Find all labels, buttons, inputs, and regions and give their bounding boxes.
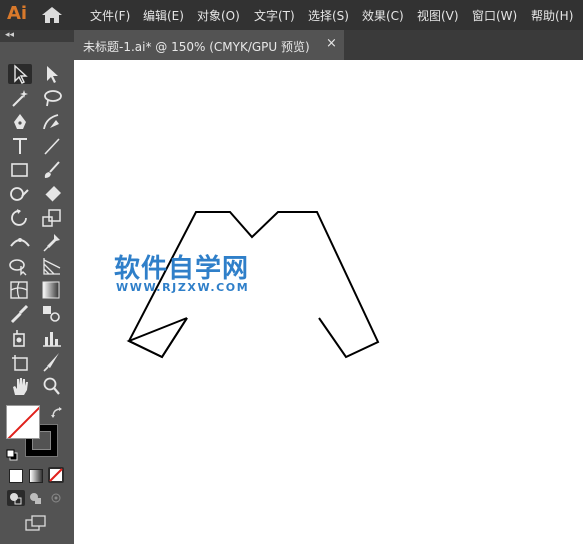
menu-help[interactable]: 帮助(H) [531,7,573,24]
menu-select[interactable]: 选择(S) [308,7,349,24]
rectangle-tool-icon[interactable] [8,160,32,180]
watermark-title: 软件自学网 [114,254,250,284]
gradient-mode-button[interactable] [29,469,43,483]
eraser-tool-icon[interactable] [40,184,64,204]
artboard-tool-icon[interactable] [8,352,32,372]
draw-behind-icon[interactable] [27,490,45,506]
lasso-tool-icon[interactable] [40,88,64,108]
swap-fill-stroke-icon[interactable] [50,405,64,419]
blend-tool-icon[interactable] [40,304,64,324]
pen-tool-icon[interactable] [8,112,32,132]
document-tab-title: 未标题-1.ai* @ 150% (CMYK/GPU 预览) [83,40,310,54]
zoom-tool-icon[interactable] [40,376,64,396]
draw-inside-icon[interactable] [47,490,65,506]
collapse-icon[interactable]: ◂◂ [5,30,14,40]
artwork-path[interactable] [74,60,583,544]
shape-builder-tool-icon[interactable] [8,256,32,276]
eyedropper-tool-icon[interactable] [8,304,32,324]
draw-normal-icon[interactable] [7,490,25,506]
artboard-canvas[interactable]: 软件自学网 WWW.RJZXW.COM [74,60,583,544]
hand-tool-icon[interactable] [8,376,32,396]
menu-object[interactable]: 对象(O) [197,7,240,24]
menu-effect[interactable]: 效果(C) [362,7,404,24]
scale-tool-icon[interactable] [40,208,64,228]
tools-panel-header: ◂◂ [0,30,74,42]
menu-type[interactable]: 文字(T) [254,7,295,24]
document-tab-bar: 未标题-1.ai* @ 150% (CMYK/GPU 预览) × [74,30,583,60]
fill-swatch[interactable] [6,405,40,439]
menu-window[interactable]: 窗口(W) [472,7,517,24]
none-fill-icon [7,406,39,438]
perspective-grid-tool-icon[interactable] [40,256,64,276]
none-mode-button[interactable] [48,467,64,483]
watermark-url: WWW.RJZXW.COM [116,281,250,294]
menu-edit[interactable]: 编辑(E) [143,7,184,24]
line-segment-tool-icon[interactable] [40,136,64,156]
symbol-sprayer-tool-icon[interactable] [8,328,32,348]
direct-selection-tool-icon[interactable] [40,64,64,84]
puppet-warp-tool-icon[interactable] [40,232,64,252]
default-fill-stroke-icon[interactable] [6,446,18,461]
selection-tool-icon[interactable] [8,64,32,84]
menu-view[interactable]: 视图(V) [417,7,459,24]
paintbrush-tool-icon[interactable] [40,160,64,180]
slice-tool-icon[interactable] [40,352,64,372]
curvature-tool-icon[interactable] [40,112,64,132]
magic-wand-tool-icon[interactable] [8,88,32,108]
menu-file[interactable]: 文件(F) [90,7,130,24]
close-icon[interactable]: × [326,36,337,51]
document-tab[interactable]: 未标题-1.ai* @ 150% (CMYK/GPU 预览) × [74,30,344,60]
menu-bar: Ai 文件(F) 编辑(E) 对象(O) 文字(T) 选择(S) 效果(C) 视… [0,0,583,30]
shaper-tool-icon[interactable] [8,184,32,204]
gradient-tool-icon[interactable] [40,280,64,300]
color-mode-button[interactable] [9,469,23,483]
tools-panel: ◂◂ [0,30,74,544]
app-logo: Ai [7,3,28,24]
mesh-tool-icon[interactable] [8,280,32,300]
rotate-tool-icon[interactable] [8,208,32,228]
screen-mode-icon[interactable] [24,514,48,532]
width-tool-icon[interactable] [8,232,32,252]
type-tool-icon[interactable] [8,136,32,156]
column-graph-tool-icon[interactable] [40,328,64,348]
home-icon[interactable] [41,6,63,24]
